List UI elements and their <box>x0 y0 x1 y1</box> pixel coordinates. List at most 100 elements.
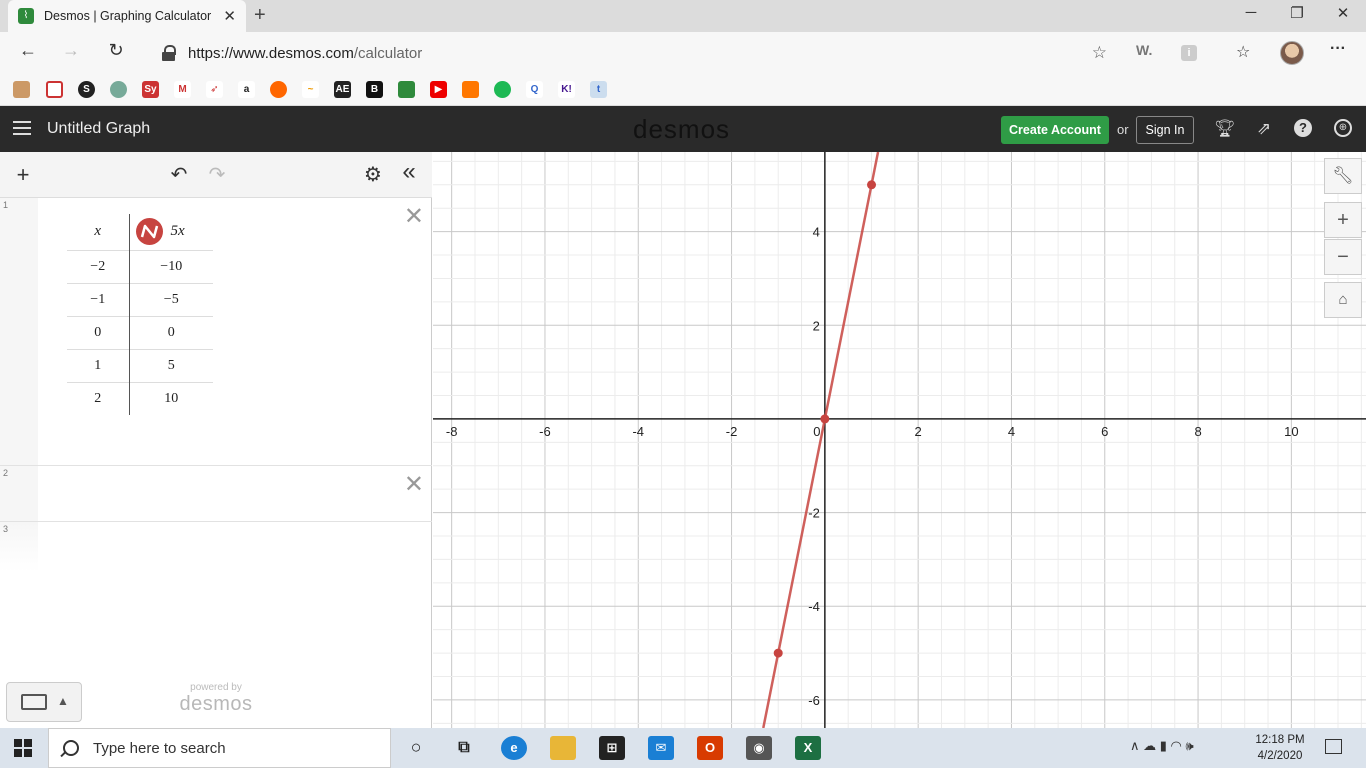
value-table[interactable]: x 5x −2 −10 −1 −5 0 0 1 5 2 10 <box>67 214 213 415</box>
store-icon[interactable]: ⊞ <box>599 736 625 760</box>
powered-by-desmos[interactable]: powered by desmos <box>176 682 256 716</box>
table-header-5x[interactable]: 5x <box>129 214 213 250</box>
delete-expression-icon[interactable]: ✕ <box>404 202 424 231</box>
collapse-panel-icon[interactable]: « <box>396 158 422 186</box>
table-cell-y: −5 <box>129 282 213 316</box>
table-cell-x[interactable]: −1 <box>67 282 130 316</box>
bookmark-icon-5[interactable]: Sy <box>142 81 159 98</box>
close-tab-icon[interactable]: ✕ <box>223 7 236 25</box>
expression-index: 2 <box>0 466 38 521</box>
desmos-bookmark-icon[interactable] <box>398 81 415 98</box>
keypad-toggle-button[interactable]: ▲ <box>6 682 82 722</box>
bookmark-icon-1[interactable] <box>13 81 30 98</box>
youtube-icon[interactable]: ▶ <box>430 81 447 98</box>
new-tab-button[interactable]: + <box>254 4 266 27</box>
taskbar-search[interactable]: Type here to search <box>48 728 391 768</box>
url-host: https://www.desmos.com <box>188 44 354 62</box>
notification-center-icon[interactable] <box>1325 739 1342 754</box>
bookmark-icon-4[interactable] <box>110 81 127 98</box>
expression-toolbar: + ↶ ↷ ⚙ « <box>0 152 432 198</box>
share-icon[interactable]: ⇗ <box>1254 119 1274 139</box>
excel-icon[interactable]: X <box>795 736 821 760</box>
table-cell-x[interactable]: −2 <box>67 249 130 283</box>
zoom-in-icon[interactable]: + <box>1324 202 1362 238</box>
taskbar-clock[interactable]: 12:18 PM 4/2/2020 <box>1250 732 1310 764</box>
table-cell-x[interactable]: 2 <box>67 381 130 415</box>
table-header-x[interactable]: x <box>67 214 130 250</box>
extension-icon[interactable]: i <box>1181 45 1197 61</box>
bookmark-icon-10[interactable]: ~ <box>302 81 319 98</box>
settings-gear-icon[interactable]: ⚙ <box>360 162 386 187</box>
gmail-icon[interactable]: M <box>174 81 191 98</box>
graph-paper[interactable]: -8 -6 -4 -2 0 2 4 6 8 10 -6 -4 -2 2 4 🔧︎ + − ⌂ <box>433 152 1366 728</box>
menu-icon[interactable] <box>13 121 31 135</box>
profile-avatar[interactable] <box>1280 41 1304 65</box>
bookmarks-bar: S Sy M ➶ a ~ AE B ▶ Q K! t <box>0 74 1366 106</box>
minimize-icon[interactable]: ─ <box>1228 4 1274 21</box>
language-globe-icon[interactable]: ⊕ <box>1334 119 1352 137</box>
graph-settings-wrench-icon[interactable]: 🔧︎ <box>1324 158 1362 194</box>
table-cell-x[interactable]: 0 <box>67 315 130 349</box>
table-row: −2 −10 <box>67 249 213 283</box>
favorites-icon[interactable]: ☆ <box>1236 42 1250 62</box>
amazon-icon[interactable]: a <box>238 81 255 98</box>
delete-expression-icon[interactable]: ✕ <box>404 470 424 499</box>
browser-tab[interactable]: ⌇ Desmos | Graphing Calculator ✕ <box>8 0 246 32</box>
bookmark-icon-19[interactable]: t <box>590 81 607 98</box>
camera-icon[interactable]: ◉ <box>746 736 772 760</box>
search-icon <box>63 740 79 756</box>
bookmark-icon-2[interactable] <box>46 81 63 98</box>
default-viewport-home-icon[interactable]: ⌂ <box>1324 282 1362 318</box>
windows-start-icon[interactable] <box>14 739 32 757</box>
back-icon[interactable]: ← <box>14 40 42 61</box>
soundcloud-icon[interactable] <box>462 81 479 98</box>
cortana-icon[interactable]: ○ <box>403 736 429 760</box>
office-icon[interactable]: O <box>697 736 723 760</box>
clock-time: 12:18 PM <box>1255 734 1305 746</box>
table-cell-y: 0 <box>129 315 213 349</box>
bookmark-icon-12[interactable]: B <box>366 81 383 98</box>
forward-icon[interactable]: → <box>57 40 85 61</box>
sign-in-button[interactable]: Sign In <box>1136 116 1194 144</box>
table-cell-x[interactable]: 1 <box>67 348 130 382</box>
help-icon[interactable]: ? <box>1294 119 1312 137</box>
undo-icon[interactable]: ↶ <box>166 162 192 187</box>
add-item-icon[interactable]: + <box>10 162 36 188</box>
refresh-icon[interactable]: ↻ <box>102 40 130 61</box>
y-tick-label: 2 <box>813 318 820 333</box>
address-bar[interactable]: https://www.desmos.com/calculator ☆ <box>144 38 1119 68</box>
task-view-icon[interactable]: ⧉ <box>451 736 477 760</box>
file-explorer-icon[interactable] <box>550 736 576 760</box>
favorite-star-icon[interactable]: ☆ <box>1092 43 1107 63</box>
series-style-icon[interactable] <box>135 218 163 246</box>
mail-icon[interactable]: ✉ <box>648 736 674 760</box>
graph-title[interactable]: Untitled Graph <box>47 120 150 138</box>
data-point[interactable] <box>867 180 877 190</box>
system-tray[interactable]: ∧ ☁ ▮ ◠ 🕪︎ <box>1130 738 1194 754</box>
trophy-icon[interactable]: 🏆︎ <box>1214 119 1236 139</box>
more-options-icon[interactable]: ··· <box>1330 40 1346 58</box>
x-tick-label: -4 <box>632 424 644 439</box>
data-point[interactable] <box>773 648 783 658</box>
bookmark-icon-3[interactable]: S <box>78 81 95 98</box>
expression-row-table[interactable]: 1 ✕ x 5x −2−10−1−50015210 ⊕ <box>0 198 432 500</box>
kahoot-icon[interactable]: K! <box>558 81 575 98</box>
edge-browser-icon[interactable]: e <box>501 736 527 760</box>
reddit-icon[interactable] <box>270 81 287 98</box>
w-extension-icon[interactable]: W. <box>1136 42 1152 58</box>
restore-icon[interactable]: ❐ <box>1274 4 1320 22</box>
expression-panel: + ↶ ↷ ⚙ « 1 ✕ x 5x −2−10−1−50015210 ⊕ <box>0 152 432 728</box>
expression-row-new[interactable]: 3 <box>0 522 432 572</box>
data-point[interactable] <box>820 414 830 424</box>
bookmark-icon-11[interactable]: AE <box>334 81 351 98</box>
expression-row-empty[interactable]: 2 ✕ <box>0 466 432 522</box>
quizlet-icon[interactable]: Q <box>526 81 543 98</box>
close-window-icon[interactable]: ✕ <box>1320 4 1366 22</box>
zoom-out-icon[interactable]: − <box>1324 239 1362 275</box>
bookmark-icon-7[interactable]: ➶ <box>206 81 223 98</box>
redo-icon[interactable]: ↷ <box>204 162 230 187</box>
create-account-button[interactable]: Create Account <box>1001 116 1109 144</box>
spotify-icon[interactable] <box>494 81 511 98</box>
graph-canvas[interactable]: -8 -6 -4 -2 0 2 4 6 8 10 -6 -4 -2 2 4 <box>433 152 1366 728</box>
y-tick-label: -4 <box>808 599 820 614</box>
